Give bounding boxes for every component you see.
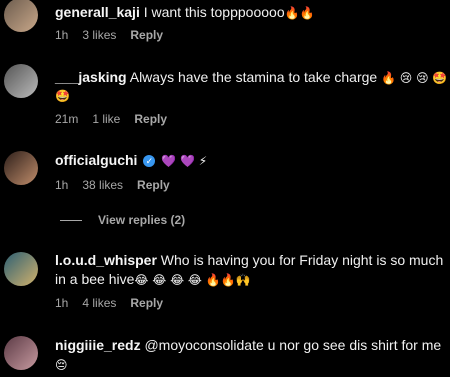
comment-line: niggiiie_redz @moyoconsolidate u nor go … [55, 336, 444, 355]
comment-username[interactable]: generall_kaji [55, 4, 140, 20]
comment-line: ___jasking Always have the stamina to ta… [55, 68, 448, 88]
avatar[interactable] [4, 0, 38, 32]
reply-button[interactable]: Reply [130, 296, 163, 310]
comment-likes[interactable]: 38 likes [82, 178, 123, 192]
comment-line-2: 😔 [55, 355, 444, 375]
comment-emojis: 💜 💜 ⚡ [161, 154, 208, 168]
comment-time: 1h [55, 296, 69, 310]
comment-username[interactable]: l.o.u.d_whisper [55, 252, 157, 268]
comment-emojis-2: 🤩 [55, 89, 70, 103]
avatar[interactable] [4, 64, 38, 98]
reply-button[interactable]: Reply [134, 112, 167, 126]
comment-line: generall_kaji I want this topppooooo🔥🔥 [55, 3, 444, 23]
comment-time: 1h [55, 178, 69, 192]
comment-username[interactable]: officialguchi [55, 152, 137, 168]
comment-line-2: 🤩 [55, 86, 444, 106]
comment-text: Always have the stamina to take charge [129, 69, 378, 85]
comment-likes[interactable]: 3 likes [82, 28, 116, 42]
comment-likes[interactable]: 4 likes [82, 296, 116, 310]
comment-time: 1h [55, 28, 69, 42]
avatar[interactable] [4, 151, 38, 185]
comment-text: @moyoconsolidate u nor go see dis shirt … [144, 337, 442, 353]
avatar[interactable] [4, 336, 38, 370]
comment-emojis: 😂 😂 😂 😂 🔥🔥🙌 [134, 273, 251, 287]
comment-emojis: 🔥 😢 😢 🤩 [377, 71, 448, 85]
comment-likes[interactable]: 1 like [92, 112, 120, 126]
view-replies-button[interactable]: View replies (2) [60, 213, 185, 227]
view-replies-label[interactable]: View replies (2) [98, 213, 185, 227]
reply-button[interactable]: Reply [137, 178, 170, 192]
comment-line: l.o.u.d_whisper Who is having you for Fr… [55, 251, 444, 290]
comment-emojis: 😔 [55, 358, 68, 372]
comment-meta: 1h 38 likes Reply [55, 178, 184, 192]
comment-meta: 1h 4 likes Reply [55, 296, 177, 310]
comment-meta: 21m 1 like Reply [55, 112, 181, 126]
avatar[interactable] [4, 252, 38, 286]
verified-badge-icon: ✓ [143, 155, 156, 168]
comment-emojis: 🔥🔥 [284, 6, 315, 20]
comment-meta: 1h 3 likes Reply [55, 28, 177, 42]
comment-text: I want this topppooooo [143, 4, 285, 20]
comment-line: officialguchi ✓ 💜 💜 ⚡ [55, 151, 444, 171]
comment-username[interactable]: niggiiie_redz [55, 337, 141, 353]
view-replies-divider [60, 219, 82, 221]
comment-time: 21m [55, 112, 79, 126]
comment-username[interactable]: ___jasking [55, 69, 127, 85]
reply-button[interactable]: Reply [130, 28, 163, 42]
